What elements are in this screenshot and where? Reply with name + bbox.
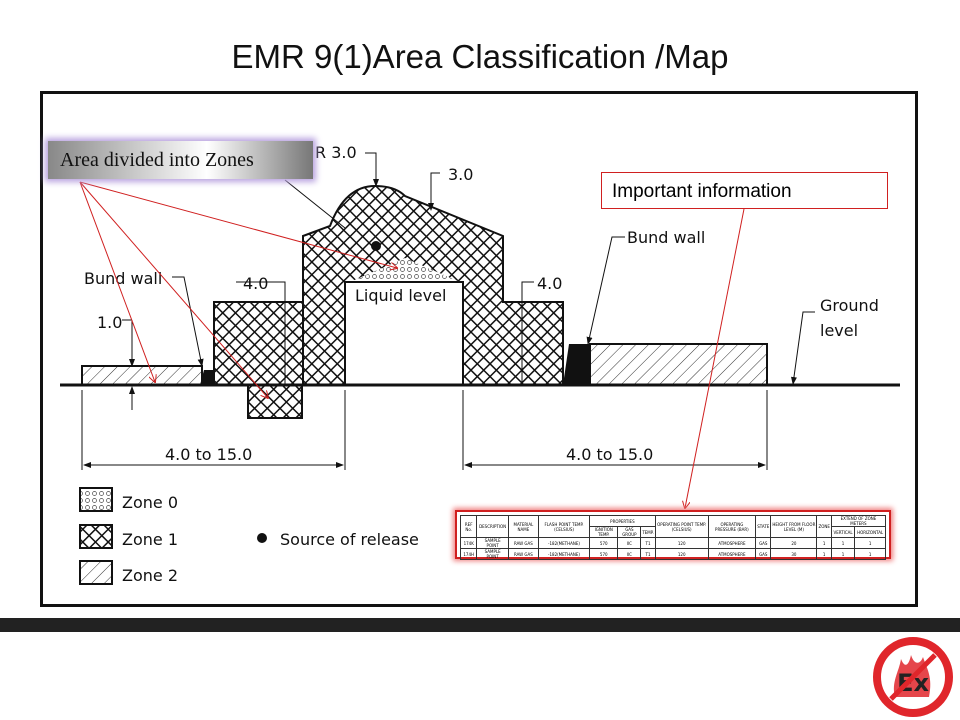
th-description: DESCRIPTION xyxy=(476,515,509,538)
th-temp: TEMP. xyxy=(640,526,656,538)
label-4-0-left: 4.0 xyxy=(243,274,268,293)
cell: 570 xyxy=(588,548,619,560)
cell: RAW GAS xyxy=(507,548,539,560)
th-material: MATERIAL NAME xyxy=(507,515,539,538)
legend-zone-1: Zone 1 xyxy=(122,530,178,549)
th-properties: PROPERTIES xyxy=(589,515,656,527)
cell: 20 xyxy=(770,537,818,549)
label-r30: R 3.0 xyxy=(315,143,357,162)
label-bund-wall-right: Bund wall xyxy=(627,228,705,247)
cell: 1 xyxy=(854,537,886,549)
table-row: 174K SAMPLE POINT RAW GAS -182(METHANE) 570 I… xyxy=(459,537,886,549)
legend-source: Source of release xyxy=(280,530,419,549)
legend-zone-2: Zone 2 xyxy=(122,566,178,585)
th-ignition: IGNITION TEMP. xyxy=(588,526,619,538)
legend-zone-2-swatch xyxy=(79,560,113,585)
th-op-temp: OPERATING POINT TEMP. (CELSIUS) xyxy=(654,515,709,538)
label-3-0: 3.0 xyxy=(448,165,473,184)
callout-area-divided: Area divided into Zones xyxy=(48,141,313,179)
cell: T1 xyxy=(640,537,656,549)
label-span-right: 4.0 to 15.0 xyxy=(566,445,653,464)
cell: GAS xyxy=(755,548,772,560)
th-height: HEIGHT FROM FLOOR LEVEL (M) xyxy=(770,515,818,538)
cell: IIC xyxy=(617,537,642,549)
cell: 120 xyxy=(654,537,709,549)
cell: GAS xyxy=(755,537,772,549)
cell: -182(METHANE) xyxy=(537,548,591,560)
cell: 30 xyxy=(770,548,818,560)
source-of-release-dot xyxy=(371,241,381,251)
zone-1-left-block xyxy=(213,301,305,386)
cell: 1 xyxy=(816,537,832,549)
cell: 120 xyxy=(654,548,709,560)
th-ref: REF No. xyxy=(459,515,478,538)
footer-bar xyxy=(0,618,960,632)
cell: SAMPLE POINT xyxy=(476,548,509,560)
callout-important-information: Important information xyxy=(601,172,888,209)
safa-logo: Ex xyxy=(873,637,953,717)
cell: SAMPLE POINT xyxy=(476,537,509,549)
cell: 1 xyxy=(830,548,856,560)
label-span-left: 4.0 to 15.0 xyxy=(165,445,252,464)
label-bund-wall-left: Bund wall xyxy=(84,269,162,288)
legend-source-dot xyxy=(257,533,267,543)
zone-2-left xyxy=(81,365,203,386)
area-classification-diagram: R 3.0 3.0 Bund wall Bund wall 4.0 4.0 1.… xyxy=(60,143,900,585)
table-row: 174H SAMPLE POINT RAW GAS -182(METHANE) 570 I… xyxy=(459,548,886,560)
th-op-pressure: OPERATING PRESSURE (BAR) xyxy=(707,515,757,538)
th-state: STATE xyxy=(755,515,772,538)
cell: -182(METHANE) xyxy=(537,537,591,549)
th-horizontal: HORIZONTAL xyxy=(854,526,886,538)
cell: 570 xyxy=(588,537,619,549)
th-gas-group: GAS GROUP xyxy=(617,526,642,538)
cell: ATMOSPHERE xyxy=(707,548,757,560)
svg-text:Ex: Ex xyxy=(897,669,929,697)
label-ground: Ground xyxy=(820,296,879,315)
zone-1-pit xyxy=(247,384,303,419)
label-1-0: 1.0 xyxy=(97,313,122,332)
th-zone: ZONE xyxy=(816,515,832,538)
legend-zone-0-swatch xyxy=(79,487,113,512)
cell: T1 xyxy=(640,548,656,560)
cell: 174H xyxy=(459,548,478,560)
cell: IIC xyxy=(617,548,642,560)
cell: 174K xyxy=(459,537,478,549)
cell: RAW GAS xyxy=(507,537,539,549)
classification-table: REF No. DESCRIPTION MATERIAL NAME FLASH … xyxy=(455,510,891,560)
th-extend: EXTEND OF ZONE METERS xyxy=(830,515,887,527)
cell: 1 xyxy=(816,548,832,560)
legend-zone-1-swatch xyxy=(79,524,113,549)
th-vertical: VERTICAL xyxy=(830,526,856,538)
cell: ATMOSPHERE xyxy=(707,537,757,549)
th-flash-point: FLASH POINT TEMP. (CELSIUS) xyxy=(537,515,591,538)
legend-zone-0: Zone 0 xyxy=(122,493,178,512)
label-liquid-level: Liquid level xyxy=(355,286,446,305)
slide: EMR 9(1)Area Classification /Map R 3.0 3… xyxy=(0,0,960,720)
label-level: level xyxy=(820,321,858,340)
cell: 1 xyxy=(854,548,886,560)
cell: 1 xyxy=(830,537,856,549)
zone-2-right xyxy=(589,343,768,386)
label-4-0-right: 4.0 xyxy=(537,274,562,293)
legend: Zone 0 Zone 1 Zone 2 Source of release xyxy=(79,487,419,585)
